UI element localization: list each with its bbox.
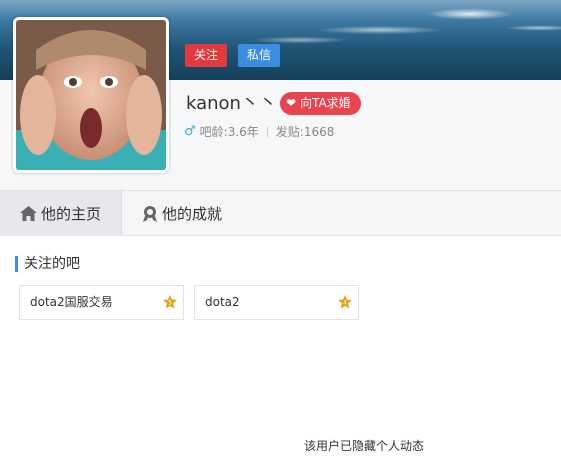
avatar[interactable] [13,17,169,173]
hidden-activity-note: 该用户已隐藏个人动态 [304,439,425,453]
home-icon [19,206,37,221]
profile-meta: ♂ 吧龄:3.6年 发贴:1668 [184,123,334,140]
level-badge-icon: 4 [338,295,352,309]
username: kanon丶丶 [186,93,277,114]
followed-bar-item[interactable]: dota2国服交易 5 [19,285,184,320]
profile-tabs: 他的主页 他的成就 [0,190,561,236]
male-gender-icon: ♂ [184,124,196,139]
badge-icon [142,205,158,222]
followed-bar-item[interactable]: dota2 4 [194,285,359,320]
avatar-image [16,20,166,170]
heart-icon: ❤ [286,96,297,110]
level-number: 4 [343,300,347,307]
profile-page: 关注 私信 kanon丶丶 ❤ 向TA求婚 ♂ 吧龄:3.6年 发贴:1668 … [0,0,561,471]
bar-age: 吧龄:3.6年 [199,125,259,139]
bar-name: dota2国服交易 [30,295,113,309]
follow-button[interactable]: 关注 [185,44,227,67]
meta-divider [266,126,268,137]
post-count: 发贴:1668 [275,125,335,139]
message-button[interactable]: 私信 [238,44,280,67]
bar-name: dota2 [205,295,240,309]
level-badge-icon: 5 [163,295,177,309]
tab-home-label: 他的主页 [40,205,101,223]
tab-achievements[interactable]: 他的成就 [142,191,222,236]
followed-bars-title: 关注的吧 [15,256,80,272]
level-number: 5 [168,300,172,307]
propose-button[interactable]: ❤ 向TA求婚 [280,92,361,115]
tab-achievements-label: 他的成就 [162,205,223,223]
tab-home[interactable]: 他的主页 [0,191,122,236]
propose-label: 向TA求婚 [300,96,351,110]
